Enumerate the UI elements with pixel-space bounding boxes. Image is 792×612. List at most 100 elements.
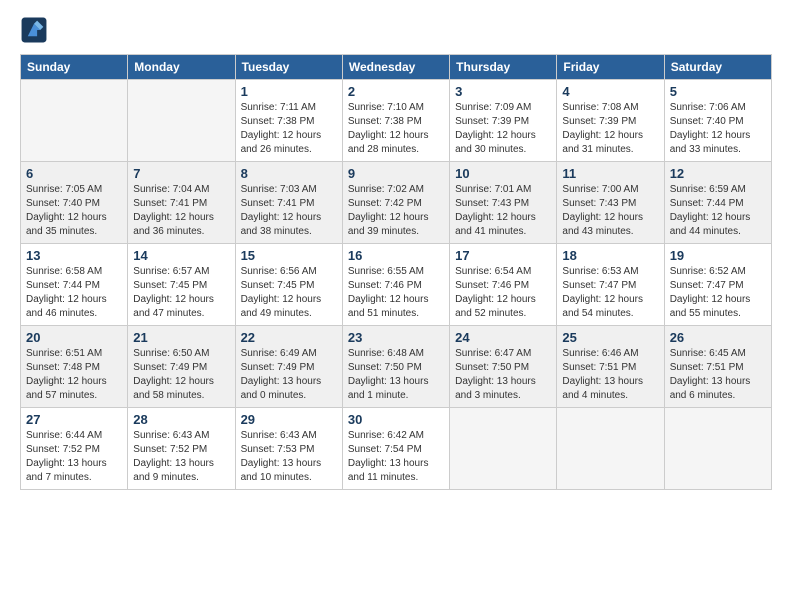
- day-number: 30: [348, 412, 444, 427]
- day-number: 9: [348, 166, 444, 181]
- day-info: Sunrise: 7:06 AM Sunset: 7:40 PM Dayligh…: [670, 101, 766, 157]
- weekday-header-monday: Monday: [128, 55, 235, 80]
- calendar-cell: 23Sunrise: 6:48 AM Sunset: 7:50 PM Dayli…: [342, 326, 449, 408]
- day-info: Sunrise: 6:54 AM Sunset: 7:46 PM Dayligh…: [455, 265, 551, 321]
- day-info: Sunrise: 6:43 AM Sunset: 7:53 PM Dayligh…: [241, 429, 337, 485]
- calendar-cell: 14 Sunrise: 6:57 AM Sunset: 7:45 PM Dayli…: [128, 244, 235, 326]
- day-number: 23: [348, 330, 444, 345]
- day-info: Sunrise: 7:11 AM Sunset: 7:38 PM Dayligh…: [241, 101, 337, 157]
- logo: [20, 16, 52, 44]
- calendar-week-row: 13 Sunrise: 6:58 AM Sunset: 7:44 PM Dayli…: [21, 244, 772, 326]
- day-info: Sunrise: 7:09 AM Sunset: 7:39 PM Dayligh…: [455, 101, 551, 157]
- weekday-header-tuesday: Tuesday: [235, 55, 342, 80]
- day-info: Sunrise: 6:56 AM Sunset: 7:45 PM Dayligh…: [241, 265, 337, 321]
- calendar-cell: 4 Sunrise: 7:08 AM Sunset: 7:39 PM Daylig…: [557, 80, 664, 162]
- calendar-cell: [21, 80, 128, 162]
- calendar-week-row: 1 Sunrise: 7:11 AM Sunset: 7:38 PM Daylig…: [21, 80, 772, 162]
- day-info: Sunrise: 6:52 AM Sunset: 7:47 PM Dayligh…: [670, 265, 766, 321]
- day-info: Sunrise: 6:58 AM Sunset: 7:44 PM Dayligh…: [26, 265, 122, 321]
- day-info: Sunrise: 7:00 AM Sunset: 7:43 PM Dayligh…: [562, 183, 658, 239]
- calendar-week-row: 6 Sunrise: 7:05 AM Sunset: 7:40 PM Daylig…: [21, 162, 772, 244]
- day-number: 4: [562, 84, 658, 99]
- day-number: 5: [670, 84, 766, 99]
- calendar-cell: 29Sunrise: 6:43 AM Sunset: 7:53 PM Dayli…: [235, 408, 342, 490]
- day-info: Sunrise: 6:44 AM Sunset: 7:52 PM Dayligh…: [26, 429, 122, 485]
- day-info: Sunrise: 6:50 AM Sunset: 7:49 PM Dayligh…: [133, 347, 229, 403]
- calendar-cell: 2 Sunrise: 7:10 AM Sunset: 7:38 PM Daylig…: [342, 80, 449, 162]
- day-info: Sunrise: 6:46 AM Sunset: 7:51 PM Dayligh…: [562, 347, 658, 403]
- calendar-cell: 26Sunrise: 6:45 AM Sunset: 7:51 PM Dayli…: [664, 326, 771, 408]
- day-info: Sunrise: 7:01 AM Sunset: 7:43 PM Dayligh…: [455, 183, 551, 239]
- calendar-cell: 6 Sunrise: 7:05 AM Sunset: 7:40 PM Daylig…: [21, 162, 128, 244]
- calendar-cell: 28 Sunrise: 6:43 AM Sunset: 7:52 PM Dayli…: [128, 408, 235, 490]
- day-info: Sunrise: 7:02 AM Sunset: 7:42 PM Dayligh…: [348, 183, 444, 239]
- day-info: Sunrise: 6:43 AM Sunset: 7:52 PM Dayligh…: [133, 429, 229, 485]
- day-info: Sunrise: 7:05 AM Sunset: 7:40 PM Dayligh…: [26, 183, 122, 239]
- calendar-cell: 10 Sunrise: 7:01 AM Sunset: 7:43 PM Dayli…: [450, 162, 557, 244]
- header: [20, 16, 772, 44]
- calendar-cell: 22 Sunrise: 6:49 AM Sunset: 7:49 PM Dayli…: [235, 326, 342, 408]
- day-info: Sunrise: 6:57 AM Sunset: 7:45 PM Dayligh…: [133, 265, 229, 321]
- calendar-cell: 27 Sunrise: 6:44 AM Sunset: 7:52 PM Dayli…: [21, 408, 128, 490]
- day-info: Sunrise: 6:55 AM Sunset: 7:46 PM Dayligh…: [348, 265, 444, 321]
- day-info: Sunrise: 6:47 AM Sunset: 7:50 PM Dayligh…: [455, 347, 551, 403]
- calendar-cell: 11 Sunrise: 7:00 AM Sunset: 7:43 PM Dayli…: [557, 162, 664, 244]
- day-number: 2: [348, 84, 444, 99]
- day-number: 12: [670, 166, 766, 181]
- weekday-header-friday: Friday: [557, 55, 664, 80]
- calendar-cell: 24 Sunrise: 6:47 AM Sunset: 7:50 PM Dayli…: [450, 326, 557, 408]
- day-number: 17: [455, 248, 551, 263]
- day-number: 24: [455, 330, 551, 345]
- day-info: Sunrise: 6:51 AM Sunset: 7:48 PM Dayligh…: [26, 347, 122, 403]
- day-number: 8: [241, 166, 337, 181]
- calendar-cell: 1 Sunrise: 7:11 AM Sunset: 7:38 PM Daylig…: [235, 80, 342, 162]
- day-number: 25: [562, 330, 658, 345]
- day-number: 1: [241, 84, 337, 99]
- logo-icon: [20, 16, 48, 44]
- day-number: 11: [562, 166, 658, 181]
- calendar-cell: 16 Sunrise: 6:55 AM Sunset: 7:46 PM Dayli…: [342, 244, 449, 326]
- day-info: Sunrise: 6:59 AM Sunset: 7:44 PM Dayligh…: [670, 183, 766, 239]
- day-number: 18: [562, 248, 658, 263]
- day-info: Sunrise: 7:08 AM Sunset: 7:39 PM Dayligh…: [562, 101, 658, 157]
- calendar-cell: 15 Sunrise: 6:56 AM Sunset: 7:45 PM Dayli…: [235, 244, 342, 326]
- calendar-cell: 19Sunrise: 6:52 AM Sunset: 7:47 PM Dayli…: [664, 244, 771, 326]
- calendar-cell: [450, 408, 557, 490]
- calendar-cell: 3 Sunrise: 7:09 AM Sunset: 7:39 PM Daylig…: [450, 80, 557, 162]
- calendar-cell: 25 Sunrise: 6:46 AM Sunset: 7:51 PM Dayli…: [557, 326, 664, 408]
- calendar-cell: 9 Sunrise: 7:02 AM Sunset: 7:42 PM Daylig…: [342, 162, 449, 244]
- day-info: Sunrise: 7:03 AM Sunset: 7:41 PM Dayligh…: [241, 183, 337, 239]
- day-number: 13: [26, 248, 122, 263]
- calendar-cell: 20 Sunrise: 6:51 AM Sunset: 7:48 PM Dayli…: [21, 326, 128, 408]
- day-info: Sunrise: 6:49 AM Sunset: 7:49 PM Dayligh…: [241, 347, 337, 403]
- calendar-cell: 18Sunrise: 6:53 AM Sunset: 7:47 PM Dayli…: [557, 244, 664, 326]
- day-number: 15: [241, 248, 337, 263]
- day-info: Sunrise: 7:04 AM Sunset: 7:41 PM Dayligh…: [133, 183, 229, 239]
- day-number: 3: [455, 84, 551, 99]
- page: SundayMondayTuesdayWednesdayThursdayFrid…: [0, 0, 792, 612]
- calendar-cell: 21 Sunrise: 6:50 AM Sunset: 7:49 PM Dayli…: [128, 326, 235, 408]
- day-number: 16: [348, 248, 444, 263]
- weekday-header-wednesday: Wednesday: [342, 55, 449, 80]
- day-number: 28: [133, 412, 229, 427]
- day-number: 14: [133, 248, 229, 263]
- calendar-cell: 13 Sunrise: 6:58 AM Sunset: 7:44 PM Dayli…: [21, 244, 128, 326]
- calendar-cell: 17 Sunrise: 6:54 AM Sunset: 7:46 PM Dayli…: [450, 244, 557, 326]
- day-number: 21: [133, 330, 229, 345]
- calendar-cell: [128, 80, 235, 162]
- day-number: 10: [455, 166, 551, 181]
- weekday-header-thursday: Thursday: [450, 55, 557, 80]
- day-info: Sunrise: 7:10 AM Sunset: 7:38 PM Dayligh…: [348, 101, 444, 157]
- day-number: 20: [26, 330, 122, 345]
- calendar-week-row: 27 Sunrise: 6:44 AM Sunset: 7:52 PM Dayli…: [21, 408, 772, 490]
- day-number: 7: [133, 166, 229, 181]
- calendar-week-row: 20 Sunrise: 6:51 AM Sunset: 7:48 PM Dayli…: [21, 326, 772, 408]
- day-number: 22: [241, 330, 337, 345]
- calendar-cell: 5 Sunrise: 7:06 AM Sunset: 7:40 PM Daylig…: [664, 80, 771, 162]
- day-info: Sunrise: 6:42 AM Sunset: 7:54 PM Dayligh…: [348, 429, 444, 485]
- calendar-cell: 12 Sunrise: 6:59 AM Sunset: 7:44 PM Dayli…: [664, 162, 771, 244]
- day-number: 27: [26, 412, 122, 427]
- day-number: 6: [26, 166, 122, 181]
- calendar-cell: 30 Sunrise: 6:42 AM Sunset: 7:54 PM Dayli…: [342, 408, 449, 490]
- day-number: 26: [670, 330, 766, 345]
